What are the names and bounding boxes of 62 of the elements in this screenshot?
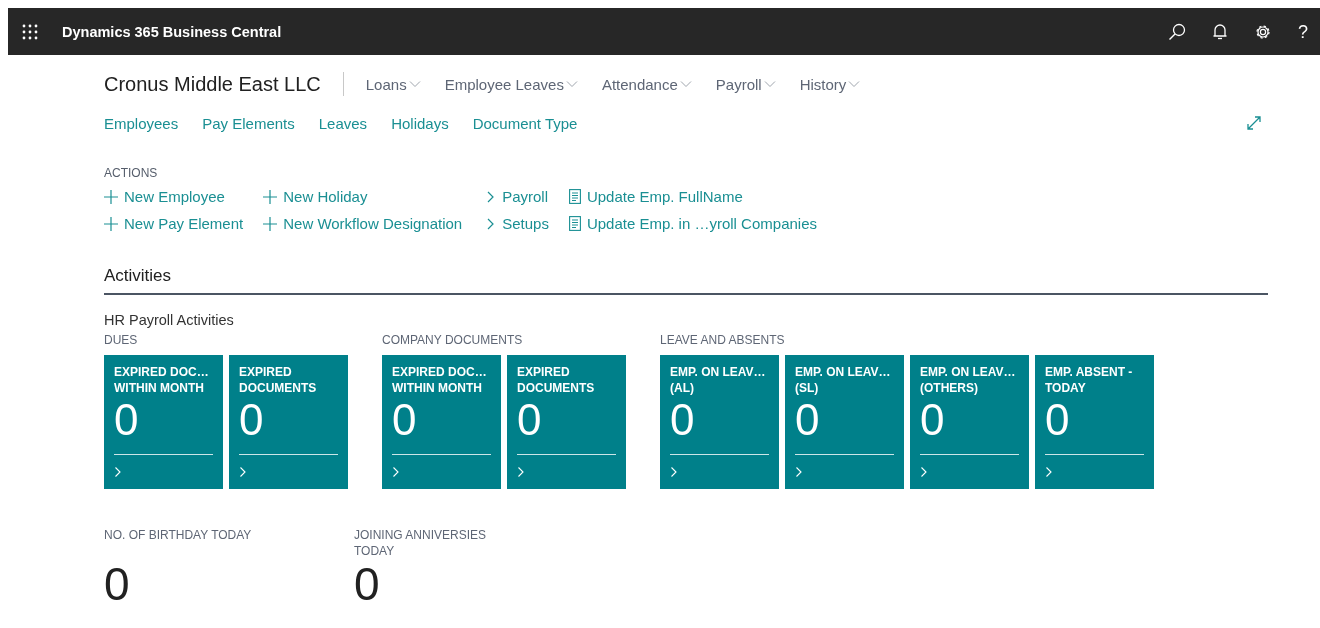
- action-link[interactable]: New Workflow Designation: [263, 213, 463, 234]
- document-icon: [568, 216, 581, 231]
- chevron-right-icon: [670, 466, 678, 478]
- nav-link[interactable]: Pay Elements: [202, 114, 295, 132]
- group-heading: DUES: [104, 332, 139, 349]
- nav-menu[interactable]: Attendance: [601, 75, 692, 93]
- section-heading: Activities: [104, 266, 173, 286]
- chevron-right-icon: [1045, 466, 1053, 478]
- group-heading: COMPANY DOCUMENTS: [382, 332, 524, 349]
- chevron-right-icon: [392, 466, 400, 478]
- chevron-right-icon: [239, 466, 247, 478]
- plus-icon: [263, 216, 278, 231]
- action-link[interactable]: New Holiday: [263, 186, 463, 207]
- cue-tile[interactable]: EXPIRED DOCUMENTS 0: [229, 355, 348, 489]
- document-icon: [568, 189, 581, 204]
- cue-tile[interactable]: EMP. ON LEAV… (SL) 0: [785, 355, 904, 489]
- action-link[interactable]: Update Emp. FullName: [568, 186, 817, 207]
- counter-label: NO. OF BIRTHDAY TODAY: [104, 527, 253, 543]
- chevron-down-icon: [408, 80, 421, 88]
- cue-tile[interactable]: EXPIRED DOC… WITHIN MONTH 0: [104, 355, 223, 489]
- chevron-right-icon: [114, 466, 122, 478]
- group-heading: LEAVE AND ABSENTS: [660, 332, 786, 349]
- chevron-down-icon: [763, 80, 776, 88]
- chevron-right-icon: [795, 466, 803, 478]
- chevron-down-icon: [679, 80, 692, 88]
- counter-value[interactable]: 0: [354, 559, 604, 609]
- chevron-right-icon: [517, 466, 525, 478]
- action-link[interactable]: New Pay Element: [104, 213, 244, 234]
- counter-value[interactable]: 0: [104, 559, 354, 609]
- action-link[interactable]: Setups: [486, 213, 549, 234]
- plus-icon: [104, 216, 118, 231]
- app-title: Dynamics 365 Business Central: [62, 23, 282, 40]
- action-link[interactable]: Payroll: [486, 186, 549, 207]
- help-icon[interactable]: ?: [1298, 22, 1308, 41]
- actions-heading: ACTIONS: [104, 166, 159, 180]
- action-link[interactable]: New Employee: [104, 186, 244, 207]
- notification-bell-icon[interactable]: [1212, 22, 1228, 41]
- nav-link[interactable]: Holidays: [391, 114, 449, 132]
- cue-tile[interactable]: EMP. ON LEAV… (OTHERS) 0: [910, 355, 1029, 489]
- nav-link[interactable]: Leaves: [318, 114, 368, 132]
- nav-menu[interactable]: History: [799, 75, 861, 93]
- cue-tile[interactable]: EMP. ABSENT - TODAY 0: [1035, 355, 1154, 489]
- chevron-right-icon: [920, 466, 928, 478]
- nav-menu[interactable]: Loans: [365, 75, 421, 93]
- nav-link[interactable]: Document Type: [472, 114, 578, 132]
- expand-icon[interactable]: [1246, 115, 1262, 131]
- counter-label: JOINING ANNIVERSIES TODAY: [354, 527, 488, 559]
- nav-menu[interactable]: Employee Leaves: [444, 75, 578, 93]
- cue-tile[interactable]: EXPIRED DOC… WITHIN MONTH 0: [382, 355, 501, 489]
- cue-tile[interactable]: EXPIRED DOCUMENTS 0: [507, 355, 626, 489]
- company-name: Cronus Middle East LLC: [104, 72, 321, 96]
- app-launcher-icon[interactable]: [22, 23, 38, 40]
- plus-icon: [263, 189, 278, 204]
- cue-tile[interactable]: EMP. ON LEAV… (AL) 0: [660, 355, 779, 489]
- part-title: HR Payroll Activities: [104, 312, 235, 328]
- chevron-down-icon: [565, 80, 578, 88]
- nav-link[interactable]: Employees: [104, 114, 179, 132]
- search-icon[interactable]: [1168, 22, 1186, 41]
- plus-icon: [104, 189, 118, 204]
- nav-menu[interactable]: Payroll: [715, 75, 776, 93]
- action-link[interactable]: Update Emp. in …yroll Companies: [568, 213, 817, 234]
- chevron-down-icon: [848, 80, 861, 88]
